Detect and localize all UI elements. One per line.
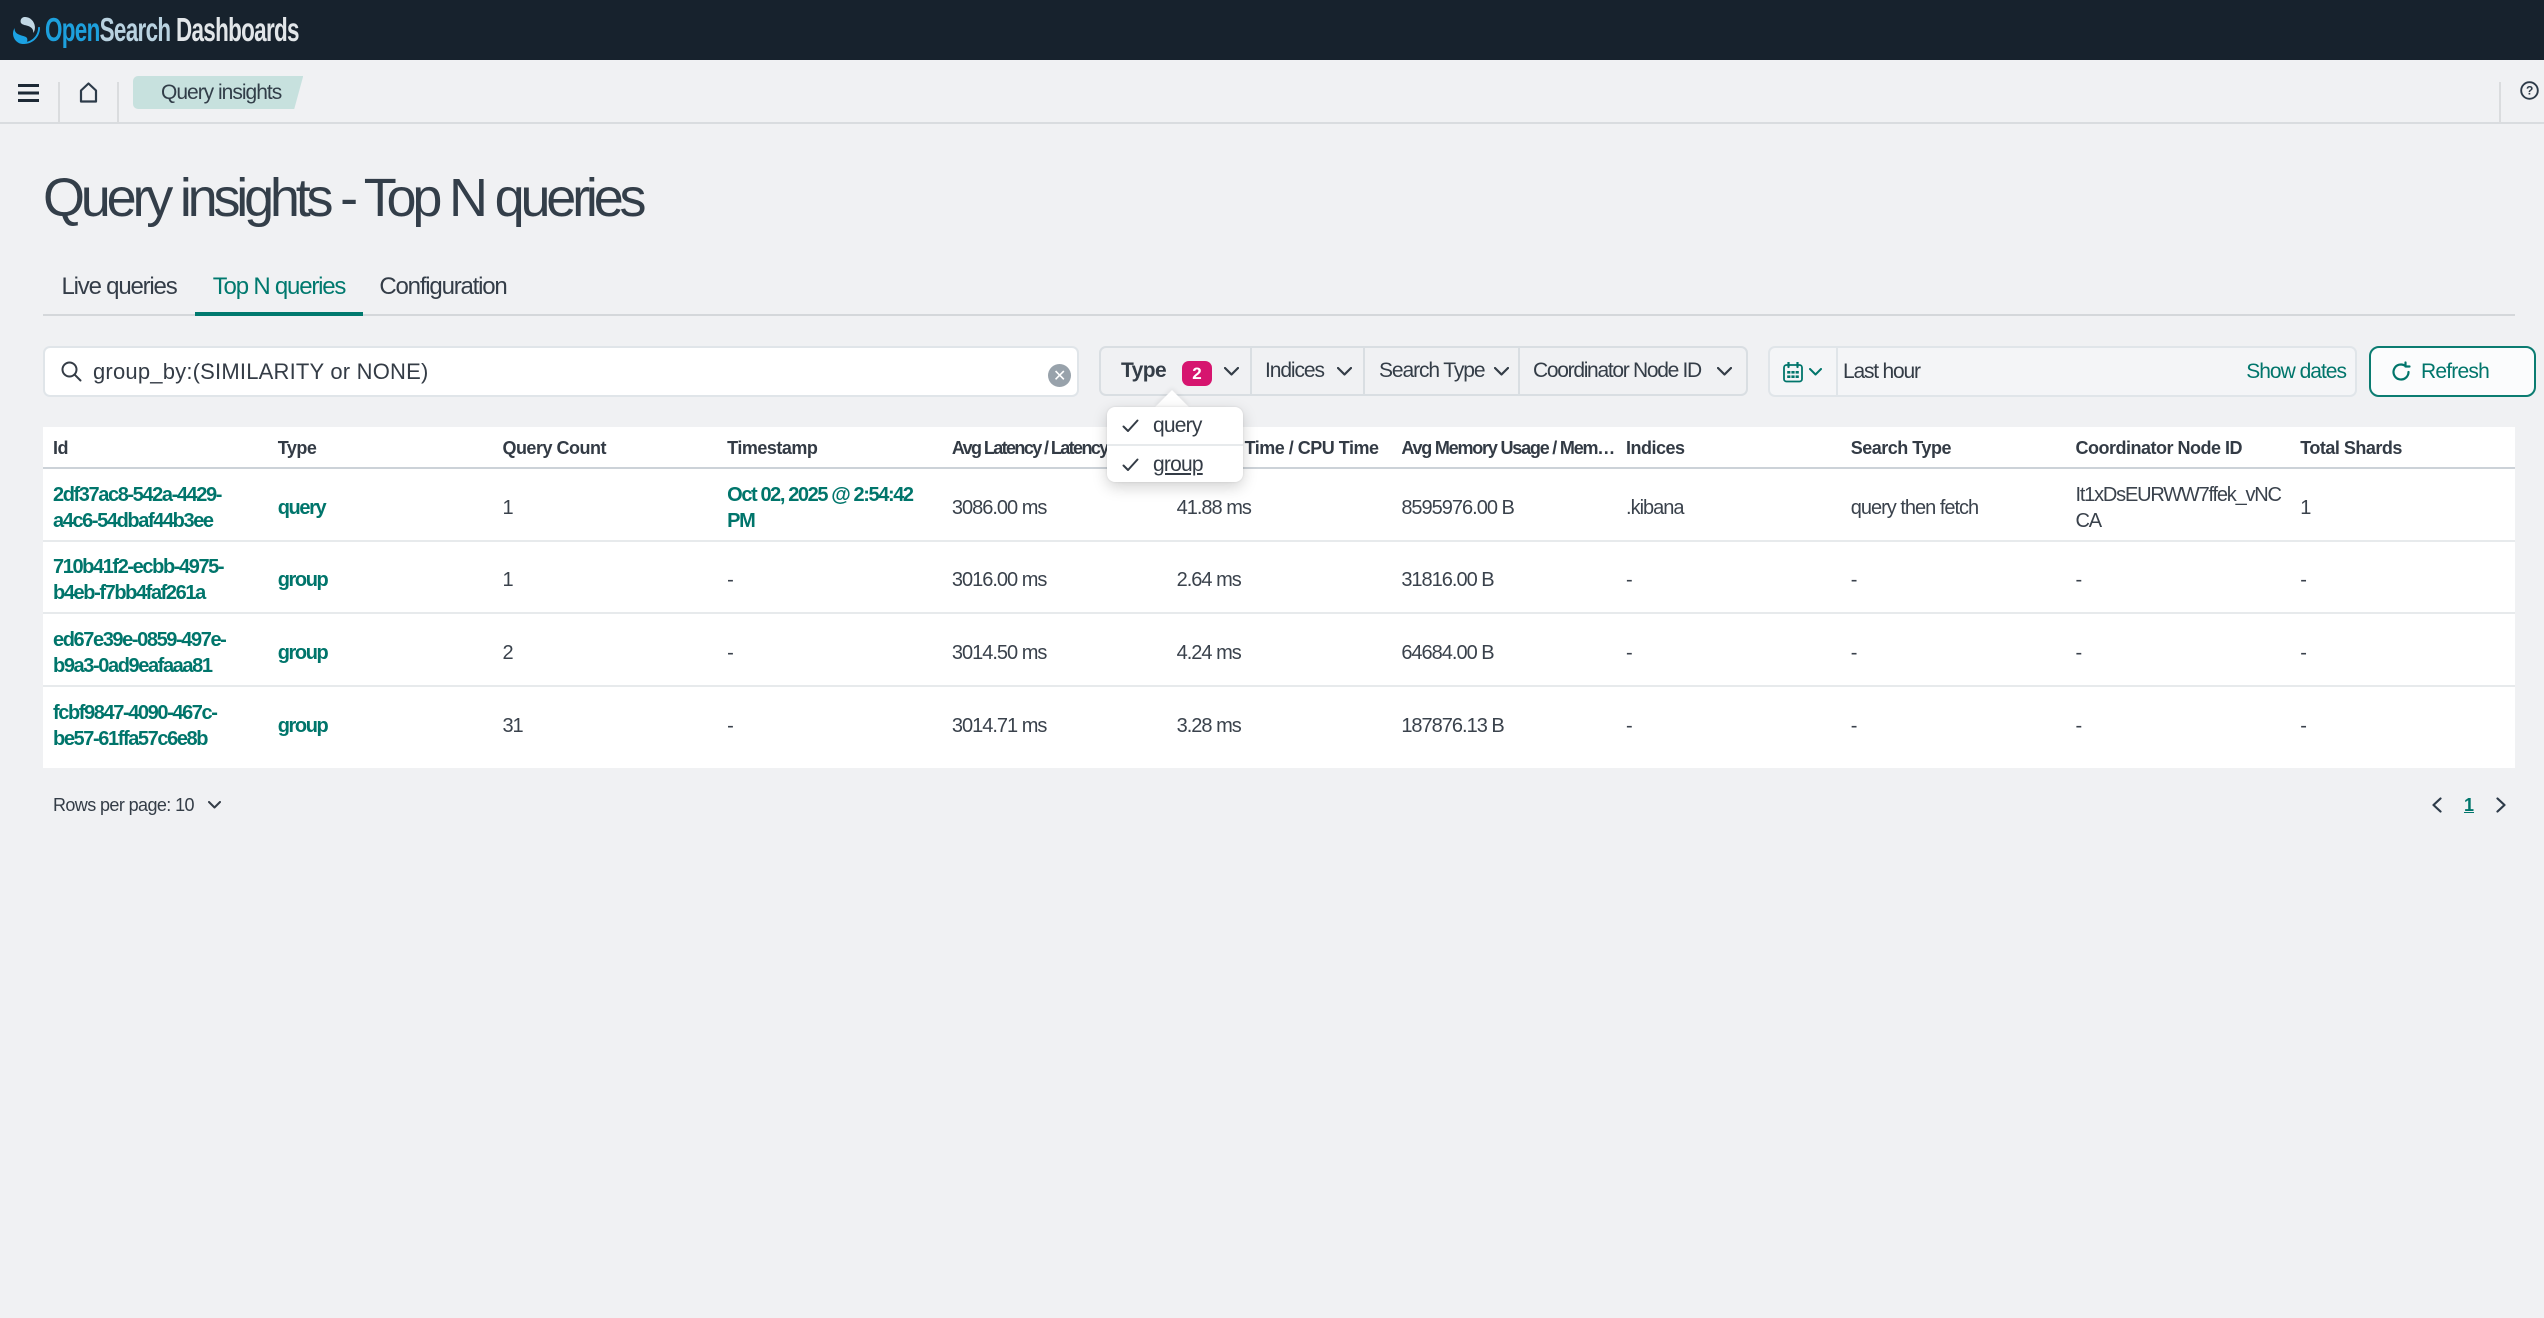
- svg-text:?: ?: [2526, 84, 2533, 98]
